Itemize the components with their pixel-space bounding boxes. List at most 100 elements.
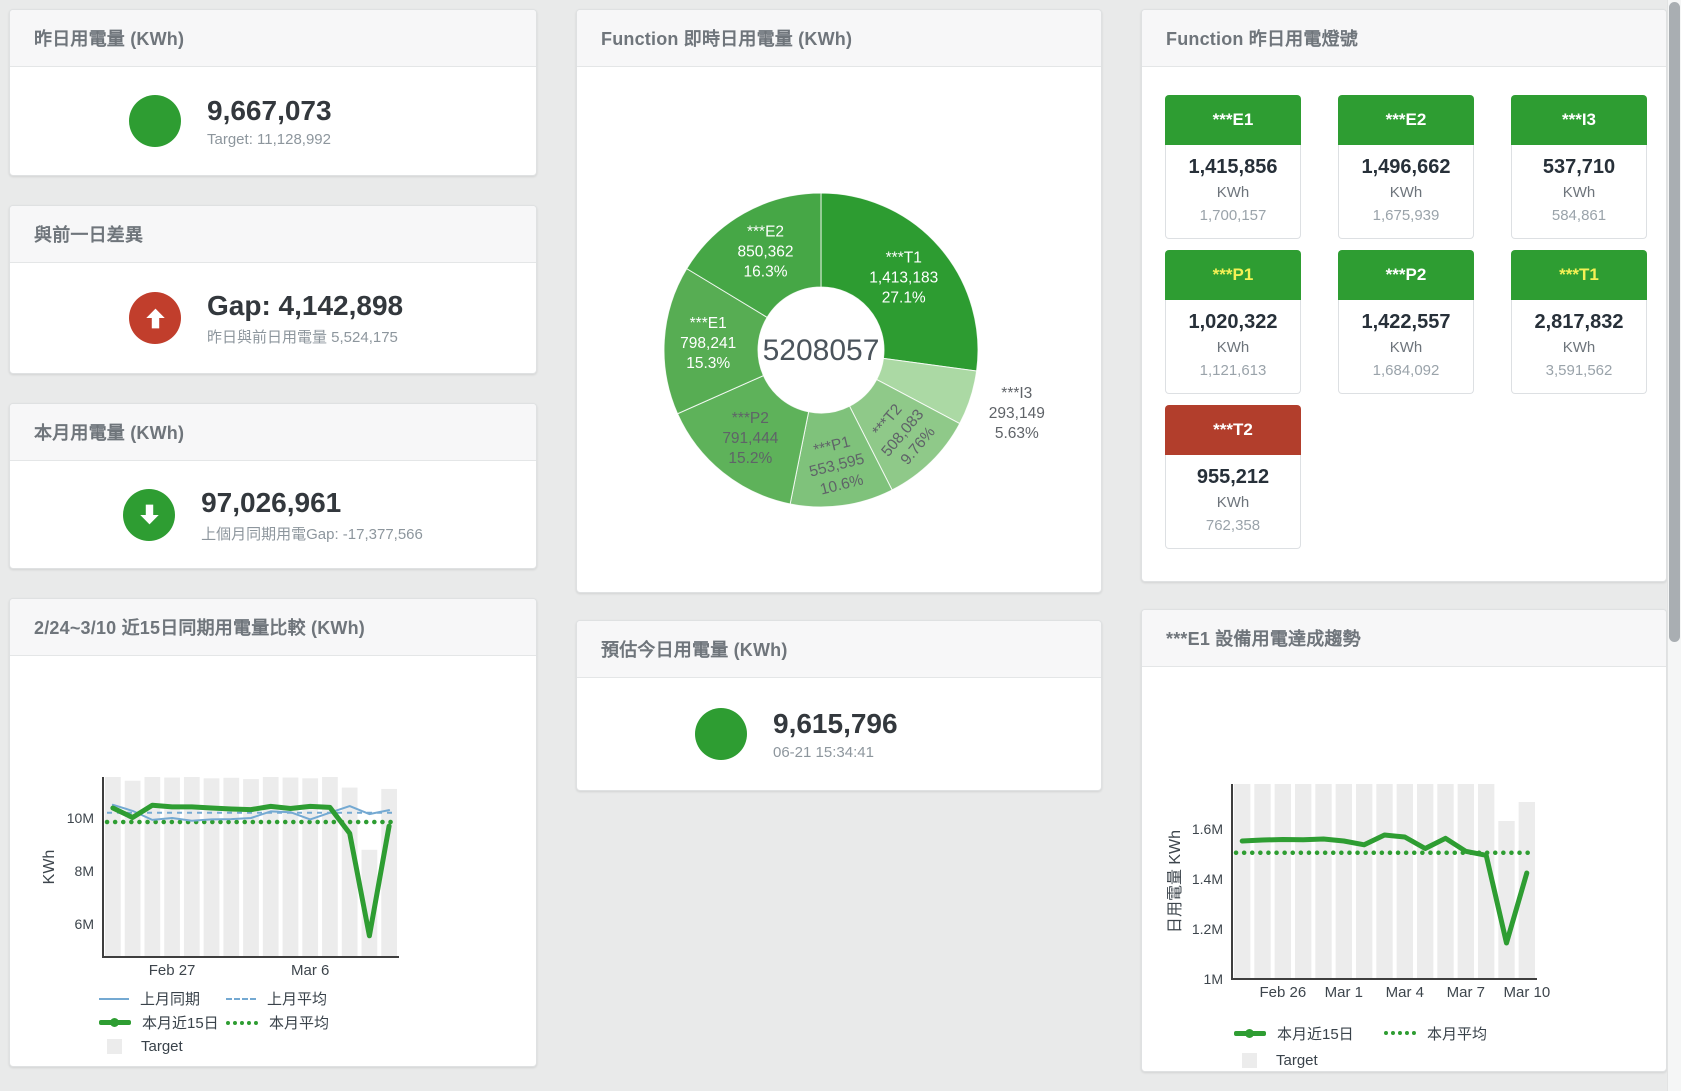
green-line-swatch bbox=[99, 1020, 131, 1025]
y-tick-label: 1.4M bbox=[1192, 871, 1223, 887]
tile-body: 2,817,832KWh3,591,562 bbox=[1511, 300, 1647, 394]
y-tick-label: 1M bbox=[1204, 971, 1223, 987]
compare-line-chart: 6M8M10MFeb 27Mar 6KWh bbox=[10, 656, 536, 982]
realtime-donut-card: Function 即時日用電量 (KWh) ***T11,413,18327.1… bbox=[576, 9, 1102, 593]
status-tile-e1[interactable]: ***E11,415,856KWh1,700,157 bbox=[1165, 95, 1301, 239]
day-gap-body: Gap: 4,142,898 昨日與前日用電量 5,524,175 bbox=[10, 263, 536, 373]
y-tick-label: 8M bbox=[75, 863, 94, 879]
target-bar bbox=[1254, 784, 1270, 979]
tile-value: 1,415,856 bbox=[1166, 154, 1300, 181]
donut-label-line: 16.3% bbox=[744, 264, 788, 281]
card-title: ***E1 設備用電達成趨勢 bbox=[1142, 610, 1666, 667]
legend-item-this-month[interactable]: 本月近15日 bbox=[1234, 1021, 1384, 1045]
legend-item-target[interactable]: Target bbox=[1234, 1048, 1384, 1072]
legend-label: 上月平均 bbox=[267, 988, 327, 1009]
donut-label-line: 5.63% bbox=[995, 425, 1039, 442]
green-status-circle-icon bbox=[129, 95, 181, 147]
x-tick-label: Mar 10 bbox=[1503, 984, 1550, 1001]
card-title: 本月用電量 (KWh) bbox=[10, 404, 536, 461]
status-tile-p2[interactable]: ***P21,422,557KWh1,684,092 bbox=[1338, 250, 1474, 394]
tile-label: ***T2 bbox=[1165, 405, 1301, 455]
donut-label-line: 850,362 bbox=[738, 244, 794, 261]
legend-item-this-month[interactable]: 本月近15日 bbox=[99, 1012, 226, 1033]
status-tile-t2[interactable]: ***T2955,212KWh762,358 bbox=[1165, 405, 1301, 549]
compare-chart-body: 6M8M10MFeb 27Mar 6KWh 上月同期 上月平均 本月近15日 本… bbox=[10, 656, 536, 1066]
green-dots-swatch bbox=[226, 1021, 258, 1025]
target-bar bbox=[1295, 784, 1311, 979]
tile-body: 955,212KWh762,358 bbox=[1165, 455, 1301, 549]
dashboard: 昨日用電量 (KWh) 9,667,073 Target: 11,128,992… bbox=[0, 0, 1668, 1072]
donut-label-line: 1,413,183 bbox=[869, 270, 938, 287]
scrollbar-thumb[interactable] bbox=[1669, 2, 1680, 642]
tile-value: 1,020,322 bbox=[1166, 309, 1300, 336]
estimate-body: 9,615,796 06-21 15:34:41 bbox=[577, 678, 1101, 790]
status-tile-t1[interactable]: ***T12,817,832KWh3,591,562 bbox=[1511, 250, 1647, 394]
green-line-swatch bbox=[1234, 1031, 1266, 1036]
status-tile-e2[interactable]: ***E21,496,662KWh1,675,939 bbox=[1338, 95, 1474, 239]
tile-unit: KWh bbox=[1339, 181, 1473, 204]
legend-label: 本月平均 bbox=[1427, 1023, 1487, 1044]
donut-label-line: ***E1 bbox=[690, 315, 727, 332]
estimate-value: 9,615,796 bbox=[773, 707, 983, 741]
legend-item-last-month-avg[interactable]: 上月平均 bbox=[226, 988, 406, 1009]
donut-label-line: 798,241 bbox=[680, 335, 736, 352]
tile-target-value: 3,591,562 bbox=[1512, 359, 1646, 382]
tile-body: 1,422,557KWh1,684,092 bbox=[1338, 300, 1474, 394]
tile-label: ***P2 bbox=[1338, 250, 1474, 300]
tile-value: 955,212 bbox=[1166, 464, 1300, 491]
legend-item-target[interactable]: Target bbox=[99, 1036, 226, 1057]
tile-body: 537,710KWh584,861 bbox=[1511, 145, 1647, 239]
green-dots-swatch bbox=[1384, 1031, 1416, 1035]
target-bar bbox=[1417, 784, 1433, 979]
x-tick-label: Feb 26 bbox=[1259, 984, 1306, 1001]
legend-item-last-month[interactable]: 上月同期 bbox=[99, 988, 226, 1009]
legend-label: 本月平均 bbox=[269, 1012, 329, 1033]
y-tick-label: 10M bbox=[67, 810, 94, 826]
target-bar bbox=[1376, 784, 1392, 979]
tile-label: ***T1 bbox=[1511, 250, 1647, 300]
blue-line-swatch bbox=[99, 998, 129, 1000]
month-usage-body: 97,026,961 上個月同期用電Gap: -17,377,566 bbox=[10, 461, 536, 568]
estimate-timestamp: 06-21 15:34:41 bbox=[773, 744, 983, 761]
trend-legend: 本月近15日 本月平均 Target bbox=[1142, 1021, 1666, 1072]
yesterday-usage-value: 9,667,073 bbox=[207, 94, 417, 128]
status-lights-body: ***E1 1,415,856 KWh 1,700,157 ***E21,496,662… bbox=[1142, 67, 1666, 581]
blue-dash-swatch bbox=[226, 998, 256, 1000]
middle-column: Function 即時日用電量 (KWh) ***T11,413,18327.1… bbox=[576, 9, 1102, 1072]
donut-label-line: ***E2 bbox=[747, 224, 784, 241]
tile-body: 1,020,322KWh1,121,613 bbox=[1165, 300, 1301, 394]
y-axis-label: 日用電量 KWh bbox=[1167, 830, 1184, 933]
tile-target-value: 1,684,092 bbox=[1339, 359, 1473, 382]
legend-label: 本月近15日 bbox=[1277, 1023, 1354, 1044]
card-title: Function 昨日用電燈號 bbox=[1142, 10, 1666, 67]
status-lights-card: Function 昨日用電燈號 ***E1 1,415,856 KWh 1,700,1… bbox=[1141, 9, 1667, 582]
status-tile-p1[interactable]: ***P11,020,322KWh1,121,613 bbox=[1165, 250, 1301, 394]
donut-label-line: 27.1% bbox=[882, 290, 926, 307]
donut-slice-label: ***I3293,1495.63% bbox=[989, 385, 1045, 442]
tile-label: ***I3 bbox=[1511, 95, 1647, 145]
tile-label: ***E2 bbox=[1338, 95, 1474, 145]
donut-label-line: 15.2% bbox=[728, 450, 772, 467]
gray-square-swatch bbox=[1242, 1053, 1257, 1068]
tile-target-value: 1,675,939 bbox=[1339, 204, 1473, 227]
legend-item-this-month-avg[interactable]: 本月平均 bbox=[226, 1012, 406, 1033]
target-bar bbox=[322, 777, 338, 957]
stat-text: 9,667,073 Target: 11,128,992 bbox=[207, 94, 417, 148]
stat-text: Gap: 4,142,898 昨日與前日用電量 5,524,175 bbox=[207, 289, 417, 347]
yesterday-usage-card: 昨日用電量 (KWh) 9,667,073 Target: 11,128,992 bbox=[9, 9, 537, 176]
estimate-card: 預估今日用電量 (KWh) 9,615,796 06-21 15:34:41 bbox=[576, 620, 1102, 791]
stat-text: 9,615,796 06-21 15:34:41 bbox=[773, 707, 983, 761]
donut-label-line: 15.3% bbox=[686, 355, 730, 372]
page-scrollbar[interactable] bbox=[1667, 0, 1681, 1091]
tile-unit: KWh bbox=[1166, 336, 1300, 359]
stat-text: 97,026,961 上個月同期用電Gap: -17,377,566 bbox=[201, 486, 423, 544]
status-tile-i3[interactable]: ***I3537,710KWh584,861 bbox=[1511, 95, 1647, 239]
legend-label: Target bbox=[1276, 1052, 1318, 1069]
donut-center-total: 5208057 bbox=[763, 334, 880, 367]
month-usage-gap: 上個月同期用電Gap: -17,377,566 bbox=[201, 523, 423, 544]
tile-target-value: 1,700,157 bbox=[1166, 204, 1300, 227]
target-bar bbox=[1356, 784, 1372, 979]
tile-label: ***E1 bbox=[1165, 95, 1301, 145]
x-tick-label: Mar 6 bbox=[291, 962, 329, 979]
legend-item-this-month-avg[interactable]: 本月平均 bbox=[1384, 1021, 1554, 1045]
